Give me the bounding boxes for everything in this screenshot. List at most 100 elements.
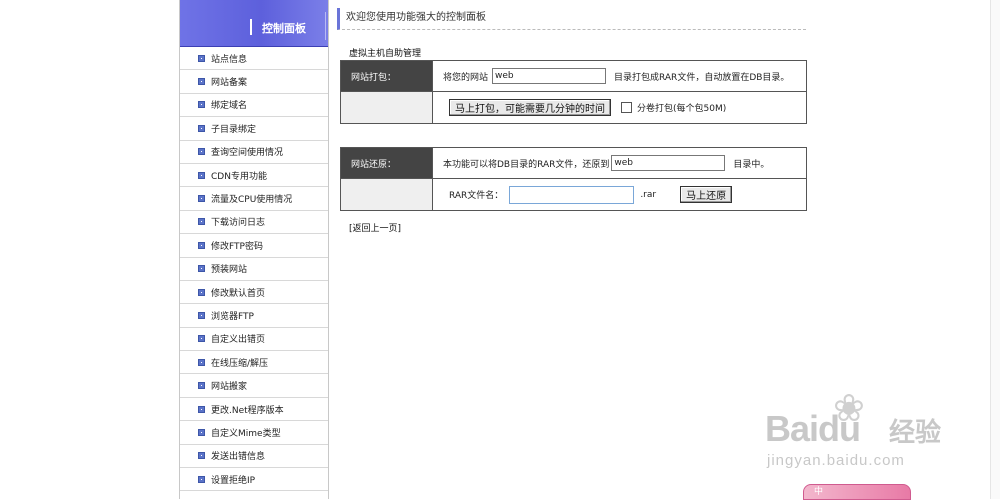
sidebar-item-label: 修改默认首页	[211, 288, 266, 299]
section-title: 虚拟主机自助管理	[349, 49, 422, 59]
sidebar-item-default-page[interactable]: 修改默认首页	[180, 281, 328, 305]
rar-filename-label: RAR文件名：	[449, 191, 504, 201]
sidebar-title: 控制面板	[262, 22, 306, 35]
pack-panel: 网站打包： 将您的网站 目录打包成RAR文件，自动放置在DB目录。 马上打包，可…	[340, 60, 807, 124]
sidebar-item-ftp-password[interactable]: 修改FTP密码	[180, 234, 328, 258]
sidebar-item-label: 网站搬家	[211, 382, 248, 393]
header-bar-decoration	[250, 19, 252, 35]
sidebar-item-label: 流量及CPU使用情况	[211, 195, 293, 206]
bullet-icon	[198, 405, 205, 413]
watermark-brand-b: du	[818, 408, 861, 449]
split-volume-checkbox[interactable]	[621, 102, 632, 113]
bullet-icon	[198, 475, 205, 483]
sidebar-item-net-version[interactable]: 更改.Net程序版本	[180, 398, 328, 422]
pack-action-label-cell	[341, 92, 433, 123]
bullet-icon	[198, 265, 205, 273]
sidebar-item-label: 自定义出错页	[211, 335, 266, 346]
bullet-icon	[198, 382, 205, 390]
sidebar-header: 控制面板	[180, 0, 328, 47]
pack-action-body: 马上打包，可能需要几分钟的时间 分卷打包(每个包50M)	[433, 92, 806, 123]
sidebar-item-site-info[interactable]: 站点信息	[180, 47, 328, 71]
sidebar-menu: 站点信息 网站备案 绑定域名 子目录绑定 查询空间使用情况 CDN专用功能 流量…	[180, 47, 328, 492]
scrollbar[interactable]	[990, 0, 1000, 499]
watermark-brand: Baidu	[765, 408, 861, 450]
sidebar-item-mime-types[interactable]: 自定义Mime类型	[180, 421, 328, 445]
watermark-cn: 经验	[889, 418, 942, 448]
pack-suffix: 目录打包成RAR文件，自动放置在DB目录。	[614, 72, 790, 83]
sidebar-item-error-page[interactable]: 自定义出错页	[180, 328, 328, 352]
corner-widget[interactable]: 中	[803, 484, 911, 500]
pack-dir-input[interactable]	[492, 68, 607, 84]
welcome-banner: 欢迎您使用功能强大的控制面板	[337, 8, 806, 30]
watermark-url: jingyan.baidu.com	[767, 452, 905, 469]
sidebar-item-record[interactable]: 网站备案	[180, 70, 328, 94]
sidebar-item-label: 站点信息	[211, 54, 248, 65]
left-gutter	[0, 0, 179, 499]
bullet-icon	[198, 101, 205, 109]
bullet-icon	[198, 54, 205, 62]
sidebar-item-space-usage[interactable]: 查询空间使用情况	[180, 141, 328, 164]
restore-panel: 网站还原： 本功能可以将DB目录的RAR文件，还原到 目录中。 RAR文件名： …	[340, 147, 807, 211]
pack-now-button[interactable]: 马上打包，可能需要几分钟的时间	[449, 99, 611, 116]
sidebar-item-label: 更改.Net程序版本	[211, 405, 284, 416]
sidebar-item-label: 发送出错信息	[211, 452, 266, 463]
sidebar-item-label: 自定义Mime类型	[211, 428, 281, 439]
sidebar-item-label: 查询空间使用情况	[211, 148, 284, 159]
bullet-icon	[198, 358, 205, 366]
sidebar-item-label: 预装网站	[211, 265, 248, 276]
restore-body: 本功能可以将DB目录的RAR文件，还原到 目录中。	[433, 148, 806, 178]
split-volume-label: 分卷打包(每个包50M)	[637, 104, 727, 114]
pack-body: 将您的网站 目录打包成RAR文件，自动放置在DB目录。	[433, 61, 806, 91]
restore-action-row: RAR文件名： .rar 马上还原	[341, 179, 806, 210]
baidu-watermark: ❀ Baidu 经验 jingyan.baidu.com	[765, 386, 955, 476]
restore-now-button[interactable]: 马上还原	[680, 186, 733, 203]
bullet-icon	[198, 335, 205, 343]
sidebar-item-preinstall[interactable]: 预装网站	[180, 258, 328, 281]
sidebar-item-label: CDN专用功能	[211, 171, 267, 182]
sidebar-item-label: 子目录绑定	[211, 124, 257, 135]
bullet-icon	[198, 171, 205, 179]
pack-action-row: 马上打包，可能需要几分钟的时间 分卷打包(每个包50M)	[341, 92, 806, 123]
pack-prefix: 将您的网站	[443, 72, 489, 83]
bullet-icon	[198, 148, 205, 156]
restore-suffix: 目录中。	[733, 159, 770, 170]
restore-action-body: RAR文件名： .rar 马上还原	[433, 179, 806, 210]
header-divider	[325, 12, 326, 40]
bullet-icon	[198, 452, 205, 460]
sidebar-item-label: 绑定域名	[211, 101, 248, 112]
sidebar-item-move-site[interactable]: 网站搬家	[180, 374, 328, 398]
sidebar-item-label: 在线压缩/解压	[211, 358, 269, 369]
sidebar-item-cdn[interactable]: CDN专用功能	[180, 164, 328, 188]
back-link[interactable]: [返回上一页]	[349, 221, 401, 234]
sidebar-item-label: 网站备案	[211, 78, 248, 89]
sidebar-item-bind-domain[interactable]: 绑定域名	[180, 94, 328, 118]
sidebar-item-send-errors[interactable]: 发送出错信息	[180, 445, 328, 469]
bullet-icon	[198, 218, 205, 226]
restore-row: 网站还原： 本功能可以将DB目录的RAR文件，还原到 目录中。	[341, 148, 806, 179]
paw-icon: ❀	[833, 386, 865, 430]
sidebar-item-deny-ip[interactable]: 设置拒绝IP	[180, 468, 328, 492]
sidebar-item-traffic-cpu[interactable]: 流量及CPU使用情况	[180, 187, 328, 211]
pack-row: 网站打包： 将您的网站 目录打包成RAR文件，自动放置在DB目录。	[341, 61, 806, 92]
bullet-icon	[198, 311, 205, 319]
bullet-icon	[198, 241, 205, 249]
rar-extension: .rar	[640, 189, 657, 200]
bullet-icon	[198, 78, 205, 86]
bullet-icon	[198, 195, 205, 203]
restore-action-label-cell	[341, 179, 433, 210]
sidebar-item-label: 设置拒绝IP	[211, 475, 256, 486]
pack-label: 网站打包：	[341, 61, 433, 91]
rar-filename-input[interactable]	[509, 185, 635, 204]
sidebar-item-browser-ftp[interactable]: 浏览器FTP	[180, 304, 328, 328]
sidebar-item-subdir-bind[interactable]: 子目录绑定	[180, 117, 328, 141]
restore-label: 网站还原：	[341, 148, 433, 178]
bullet-icon	[198, 288, 205, 296]
restore-dir-input[interactable]	[611, 155, 726, 171]
sidebar: 控制面板 站点信息 网站备案 绑定域名 子目录绑定 查询空间使用情况 CDN专用…	[179, 0, 329, 499]
sidebar-item-compress[interactable]: 在线压缩/解压	[180, 351, 328, 375]
watermark-brand-a: Bai	[765, 408, 819, 449]
sidebar-item-label: 修改FTP密码	[211, 241, 263, 252]
restore-prefix: 本功能可以将DB目录的RAR文件，还原到	[443, 159, 610, 170]
sidebar-item-download-logs[interactable]: 下载访问日志	[180, 211, 328, 235]
sidebar-item-label: 浏览器FTP	[211, 311, 254, 322]
